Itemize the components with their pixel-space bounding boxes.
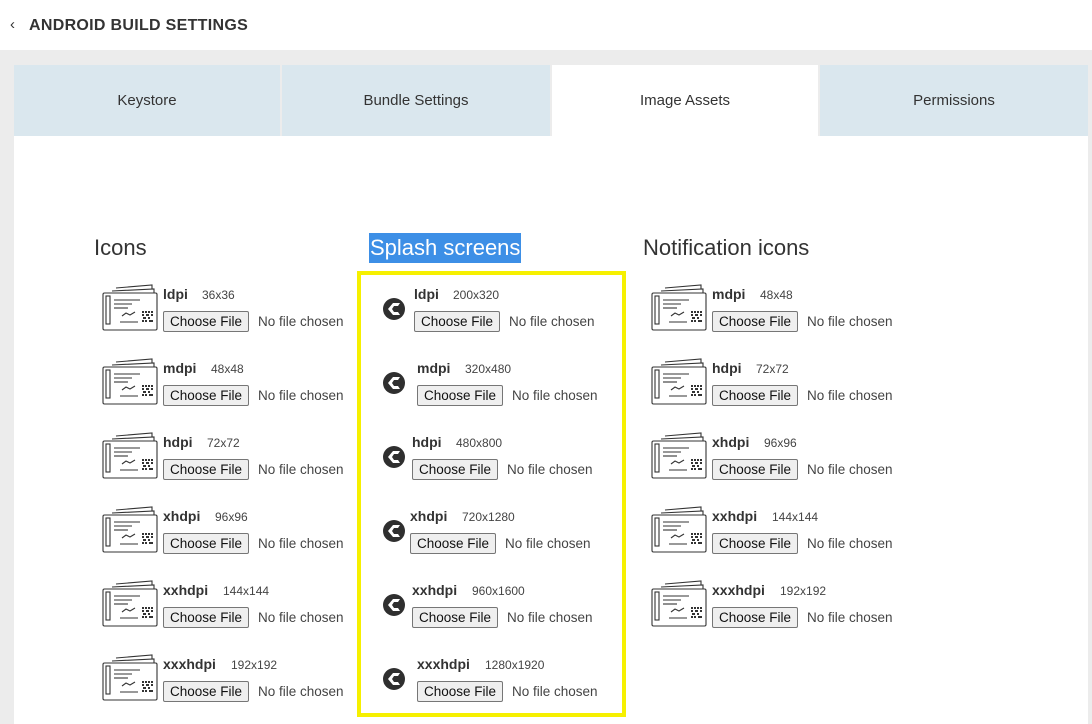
icons-xxxhdpi-label: xxxhdpi	[163, 656, 216, 672]
notification-icons-section-title: Notification icons	[643, 235, 810, 260]
tab-permissions[interactable]: Permissions	[820, 65, 1088, 136]
splash-ldpi-file-status: No file chosen	[509, 314, 595, 329]
splash-xxxhdpi-choose-file-button[interactable]: Choose File	[417, 681, 504, 702]
icon-placeholder-image	[102, 358, 158, 411]
tab-image-assets[interactable]: Image Assets	[552, 65, 820, 136]
splash-focus-outline	[357, 271, 626, 717]
notification-mdpi-label: mdpi	[712, 286, 746, 302]
notification-xhdpi-size: 96x96	[764, 436, 797, 450]
notification-mdpi-file-status: No file chosen	[807, 314, 893, 329]
icons-xxxhdpi-choose-file-button[interactable]: Choose File	[163, 681, 250, 702]
splash-screens-section-title: Splash screens	[369, 233, 522, 263]
icons-xxxhdpi-file-status: No file chosen	[258, 684, 344, 699]
splash-mdpi-choose-file-button[interactable]: Choose File	[417, 385, 504, 406]
splash-xxxhdpi-file-status: No file chosen	[512, 684, 598, 699]
icons-xhdpi-size: 96x96	[215, 510, 248, 524]
icon-placeholder-image	[102, 580, 158, 633]
icons-xxhdpi-size: 144x144	[223, 584, 270, 598]
tab-keystore[interactable]: Keystore	[14, 65, 282, 136]
icon-placeholder-image	[102, 432, 158, 485]
notification-placeholder-image	[651, 506, 707, 559]
icons-xxhdpi-file-status: No file chosen	[258, 610, 344, 625]
notification-placeholder-image	[651, 580, 707, 633]
notification-placeholder-image	[651, 432, 707, 485]
icons-mdpi-choose-file-button[interactable]: Choose File	[163, 385, 250, 406]
icons-xhdpi-file-status: No file chosen	[258, 536, 344, 551]
notification-xhdpi-label: xhdpi	[712, 434, 750, 450]
notification-hdpi-choose-file-button[interactable]: Choose File	[712, 385, 799, 406]
splash-hdpi-size: 480x800	[456, 436, 503, 450]
notification-xxhdpi-size: 144x144	[772, 510, 819, 524]
notification-mdpi-choose-file-button[interactable]: Choose File	[712, 311, 799, 332]
icon-placeholder-image	[102, 284, 158, 337]
splash-hdpi-choose-file-button[interactable]: Choose File	[412, 459, 499, 480]
page-title: ANDROID BUILD SETTINGS	[29, 17, 249, 34]
icons-xxhdpi-label: xxhdpi	[163, 582, 209, 598]
notification-xxhdpi-label: xxhdpi	[712, 508, 758, 524]
icons-xxxhdpi-size: 192x192	[231, 658, 278, 672]
icons-hdpi-label: hdpi	[163, 434, 193, 450]
splash-hdpi-label: hdpi	[412, 434, 442, 450]
notification-xxxhdpi-label: xxxhdpi	[712, 582, 765, 598]
icon-placeholder-image	[102, 506, 158, 559]
splash-xxhdpi-file-status: No file chosen	[507, 610, 593, 625]
splash-xxxhdpi-label: xxxhdpi	[417, 656, 470, 672]
notification-xxxhdpi-choose-file-button[interactable]: Choose File	[712, 607, 799, 628]
splash-ldpi-choose-file-button[interactable]: Choose File	[414, 311, 501, 332]
splash-xhdpi-choose-file-button[interactable]: Choose File	[410, 533, 497, 554]
splash-logo-icon	[382, 667, 406, 696]
splash-ldpi-size: 200x320	[453, 288, 500, 302]
notification-xxxhdpi-file-status: No file chosen	[807, 610, 893, 625]
splash-xhdpi-file-status: No file chosen	[505, 536, 591, 551]
tab-bundle-settings[interactable]: Bundle Settings	[282, 65, 552, 136]
notification-xhdpi-choose-file-button[interactable]: Choose File	[712, 459, 799, 480]
chevron-left-icon[interactable]: ‹	[10, 16, 15, 33]
notification-xxhdpi-choose-file-button[interactable]: Choose File	[712, 533, 799, 554]
notification-hdpi-file-status: No file chosen	[807, 388, 893, 403]
splash-xxhdpi-label: xxhdpi	[412, 582, 458, 598]
splash-xxxhdpi-size: 1280x1920	[485, 658, 545, 672]
splash-logo-icon	[382, 593, 406, 622]
tab-bar: Keystore Bundle Settings Image Assets Pe…	[14, 65, 1088, 136]
splash-logo-icon	[382, 519, 406, 548]
icons-ldpi-label: ldpi	[163, 286, 188, 302]
splash-logo-icon	[382, 371, 406, 400]
icons-hdpi-file-status: No file chosen	[258, 462, 344, 477]
splash-xxhdpi-choose-file-button[interactable]: Choose File	[412, 607, 499, 628]
icons-mdpi-label: mdpi	[163, 360, 197, 376]
splash-xhdpi-label: xhdpi	[410, 508, 448, 524]
splash-logo-icon	[382, 445, 406, 474]
icons-xhdpi-choose-file-button[interactable]: Choose File	[163, 533, 250, 554]
splash-hdpi-file-status: No file chosen	[507, 462, 593, 477]
notification-placeholder-image	[651, 358, 707, 411]
icons-ldpi-choose-file-button[interactable]: Choose File	[163, 311, 250, 332]
page-header: ‹ ANDROID BUILD SETTINGS	[0, 0, 1092, 50]
splash-mdpi-file-status: No file chosen	[512, 388, 598, 403]
icon-placeholder-image	[102, 654, 158, 707]
icons-ldpi-size: 36x36	[202, 288, 235, 302]
notification-xxhdpi-file-status: No file chosen	[807, 536, 893, 551]
splash-xhdpi-size: 720x1280	[462, 510, 515, 524]
icons-xxhdpi-choose-file-button[interactable]: Choose File	[163, 607, 250, 628]
splash-mdpi-size: 320x480	[465, 362, 512, 376]
icons-hdpi-size: 72x72	[207, 436, 240, 450]
icons-ldpi-file-status: No file chosen	[258, 314, 344, 329]
notification-hdpi-size: 72x72	[756, 362, 789, 376]
icons-mdpi-size: 48x48	[211, 362, 244, 376]
icons-mdpi-file-status: No file chosen	[258, 388, 344, 403]
notification-placeholder-image	[651, 284, 707, 337]
splash-mdpi-label: mdpi	[417, 360, 451, 376]
icons-section-title: Icons	[94, 235, 147, 260]
icons-xhdpi-label: xhdpi	[163, 508, 201, 524]
splash-ldpi-label: ldpi	[414, 286, 439, 302]
splash-xxhdpi-size: 960x1600	[472, 584, 525, 598]
notification-xhdpi-file-status: No file chosen	[807, 462, 893, 477]
notification-hdpi-label: hdpi	[712, 360, 742, 376]
icons-hdpi-choose-file-button[interactable]: Choose File	[163, 459, 250, 480]
notification-mdpi-size: 48x48	[760, 288, 793, 302]
notification-xxxhdpi-size: 192x192	[780, 584, 827, 598]
splash-logo-icon	[382, 297, 406, 326]
